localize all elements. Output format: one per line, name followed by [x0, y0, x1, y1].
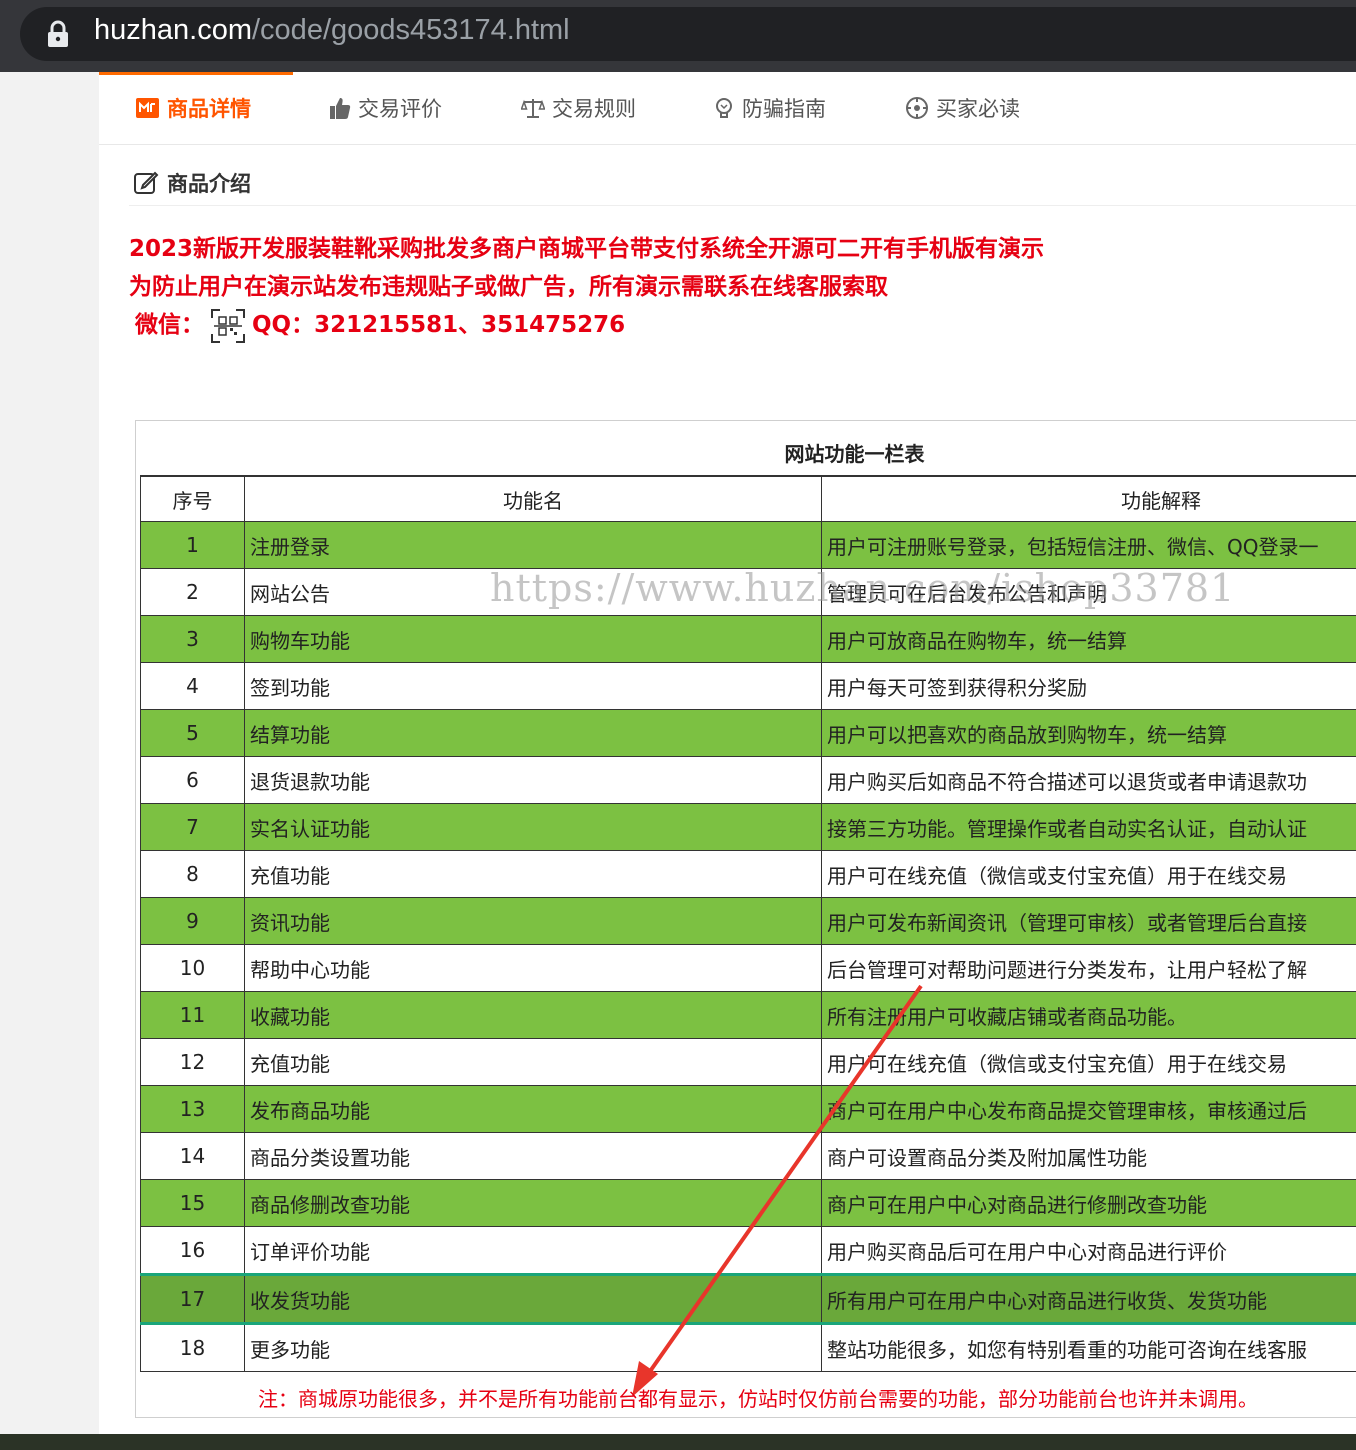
tab-anti-fraud-guide[interactable]: 防骗指南: [713, 92, 826, 124]
url-domain: huzhan.com: [94, 14, 252, 46]
product-detail-icon: [136, 98, 159, 118]
intro-line-1: 2023新版开发服装鞋靴采购批发多商户商城平台带支付系统全开源可二开有手机版有演…: [129, 236, 1045, 262]
url-text[interactable]: huzhan.com/code/goods453174.html: [94, 14, 570, 47]
tab-label: 商品详情: [167, 97, 251, 121]
url-path: /code/goods453174.html: [252, 14, 570, 46]
wechat-label: 微信：: [135, 312, 204, 338]
edit-icon: [134, 171, 159, 194]
section-title: 商品介绍: [133, 168, 251, 198]
active-tab-indicator: [99, 72, 293, 75]
tab-product-detail[interactable]: 商品详情: [135, 92, 251, 124]
qr-code-icon[interactable]: [210, 308, 246, 344]
tab-trade-rules[interactable]: 交易规则: [521, 92, 636, 124]
target-icon: [906, 97, 928, 119]
tab-trade-reviews[interactable]: 交易评价: [329, 92, 442, 124]
tab-label: 交易评价: [358, 97, 442, 121]
divider: [129, 205, 1356, 206]
contact-line: 微信： QQ：321215581、351475276: [135, 305, 625, 344]
tab-buyer-must-read[interactable]: 买家必读: [905, 92, 1020, 124]
thumbs-up-icon: [330, 98, 351, 119]
section-title-text: 商品介绍: [167, 172, 251, 196]
feature-table-image: 网站功能一栏表 序号 功能名 功能解释 1 注册登录 用户可注册账号登录，包括短信注…: [135, 420, 1356, 1418]
tab-label: 防骗指南: [742, 97, 826, 121]
tab-label: 买家必读: [936, 97, 1020, 121]
lock-icon[interactable]: [47, 20, 69, 48]
qq-numbers: QQ：321215581、351475276: [252, 312, 626, 338]
detail-tabs: 商品详情 交易评价 交易规则 防骗指南 买家必读: [99, 72, 1356, 145]
product-page: 商品详情 交易评价 交易规则 防骗指南 买家必读 商品介绍 2023新版开发服装…: [99, 72, 1356, 1434]
lightbulb-icon: [716, 98, 732, 118]
intro-line-2: 为防止用户在演示站发布违规贴子或做广告，所有演示需联系在线客服索取: [129, 274, 888, 300]
table-footnote: 注：商城原功能很多，并不是所有功能前台都有显示，仿站时仅仿前台需要的功能，部分功…: [258, 1387, 1258, 1411]
red-arrow-annotation: [632, 984, 923, 1397]
bottom-strip: [0, 1434, 1356, 1450]
balance-scale-icon: [521, 99, 545, 118]
tab-label: 交易规则: [552, 97, 636, 121]
browser-toolbar: huzhan.com/code/goods453174.html: [0, 0, 1356, 72]
